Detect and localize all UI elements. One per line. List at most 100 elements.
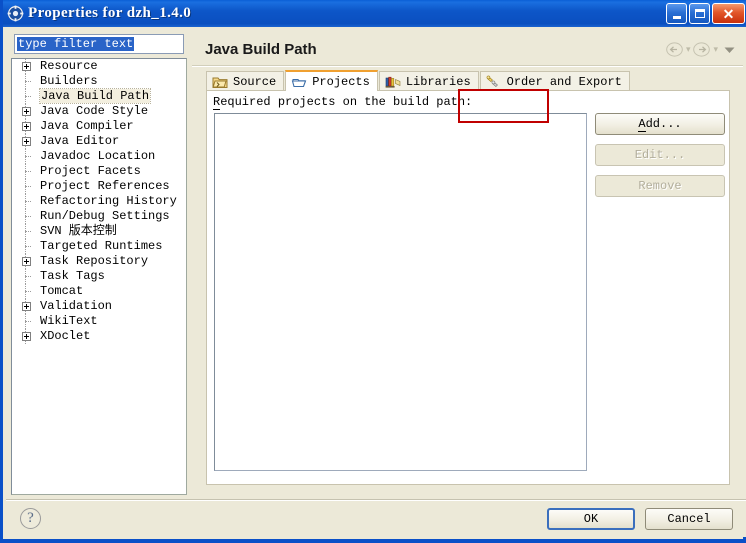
- filter-input-value: type filter text: [17, 37, 135, 51]
- expand-plus-icon[interactable]: [22, 122, 31, 131]
- sidebar-item-label: Builders: [40, 74, 98, 88]
- tab-source[interactable]: Source: [206, 71, 285, 91]
- required-projects-label: Required projects on the build path:: [213, 95, 473, 110]
- sidebar-item-tomcat[interactable]: Tomcat: [12, 284, 186, 299]
- window-controls: ✕: [666, 3, 745, 24]
- properties-gear-icon: [7, 5, 24, 22]
- preference-tree[interactable]: Resource Builders Java Build Path Java Code…: [11, 58, 187, 495]
- edit-button: Edit...: [595, 144, 725, 166]
- tree-leaf-connector: [25, 231, 31, 233]
- sidebar-item-task-repository[interactable]: Task Repository: [12, 254, 186, 269]
- expand-plus-icon[interactable]: [22, 62, 31, 71]
- forward-arrow-icon[interactable]: [693, 42, 711, 57]
- libraries-books-icon: [385, 75, 401, 89]
- sidebar-item-validation[interactable]: Validation: [12, 299, 186, 314]
- sidebar-item-label: Tomcat: [40, 284, 84, 298]
- sidebar-item-builders[interactable]: Builders: [12, 74, 186, 89]
- sidebar-item-wikitext[interactable]: WikiText: [12, 314, 186, 329]
- sidebar-item-targeted-runtimes[interactable]: Targeted Runtimes: [12, 239, 186, 254]
- tree-leaf-connector: [25, 216, 31, 218]
- tree-leaf-connector: [25, 171, 31, 173]
- title-bar: Properties for dzh_1.4.0 ✕: [3, 0, 746, 27]
- back-arrow-icon[interactable]: [666, 42, 683, 57]
- sidebar-item-label: Java Editor: [40, 134, 120, 148]
- sidebar-item-java-editor[interactable]: Java Editor: [12, 134, 186, 149]
- remove-button: Remove: [595, 175, 725, 197]
- tab-label: Source: [233, 74, 277, 89]
- sidebar-item-label: Run/Debug Settings: [40, 209, 170, 223]
- sidebar-item-java-build-path[interactable]: Java Build Path: [12, 88, 186, 104]
- sidebar-item-label: Task Tags: [40, 269, 105, 283]
- tree-leaf-connector: [25, 276, 31, 278]
- expand-plus-icon[interactable]: [22, 332, 31, 341]
- dialog-body: type filter text Resource Builders Java Bu…: [6, 27, 746, 500]
- source-folder-icon: [212, 75, 228, 89]
- chevron-down-icon[interactable]: [721, 42, 738, 57]
- sidebar-item-resource[interactable]: Resource: [12, 59, 186, 74]
- sidebar-item-xdoclet[interactable]: XDoclet: [12, 329, 186, 344]
- tree-leaf-connector: [25, 291, 31, 293]
- sidebar-item-label: Resource: [40, 59, 98, 73]
- tab-label: Order and Export: [506, 74, 622, 89]
- sidebar-item-label: Project Facets: [40, 164, 141, 178]
- sidebar-item-java-code-style[interactable]: Java Code Style: [12, 104, 186, 119]
- minimize-icon[interactable]: [666, 3, 687, 24]
- page-title: Java Build Path: [205, 41, 317, 58]
- tab-order-and-export[interactable]: Order and Export: [479, 71, 630, 91]
- cancel-button[interactable]: Cancel: [645, 508, 733, 530]
- ok-button[interactable]: OK: [547, 508, 635, 530]
- tree-leaf-connector: [25, 81, 31, 83]
- sidebar-item-svn[interactable]: SVN 版本控制: [12, 224, 186, 239]
- maximize-icon[interactable]: [689, 3, 710, 24]
- tab-label: Libraries: [405, 74, 471, 89]
- nav-separator-1: ▾: [685, 44, 691, 54]
- sidebar-item-run-debug-settings[interactable]: Run/Debug Settings: [12, 209, 186, 224]
- tab-libraries[interactable]: Libraries: [378, 71, 479, 91]
- order-export-icon: [486, 75, 502, 89]
- sidebar-item-java-compiler[interactable]: Java Compiler: [12, 119, 186, 134]
- tree-leaf-connector: [25, 96, 31, 98]
- properties-dialog: Properties for dzh_1.4.0 ✕ type filter t…: [0, 0, 746, 543]
- sidebar-item-javadoc-location[interactable]: Javadoc Location: [12, 149, 186, 164]
- label-mnemonic: R: [213, 95, 221, 110]
- tree-leaf-connector: [25, 321, 31, 323]
- projects-action-buttons: Add... Edit... Remove: [595, 113, 725, 206]
- sidebar-item-label: Java Build Path: [38, 88, 152, 104]
- sidebar-item-label: Validation: [40, 299, 113, 313]
- sidebar-item-label: Java Code Style: [40, 104, 149, 118]
- help-icon[interactable]: ?: [20, 508, 41, 529]
- window-title: Properties for dzh_1.4.0: [28, 5, 192, 21]
- tree-leaf-connector: [25, 186, 31, 188]
- tab-projects[interactable]: Projects: [285, 70, 378, 91]
- sidebar-item-label: Javadoc Location: [40, 149, 156, 163]
- button-mnemonic: A: [638, 117, 646, 132]
- projects-tab-panel: Required projects on the build path: Add…: [206, 90, 730, 485]
- page-content: Java Build Path ▾ ▾ Source Projects Libr…: [192, 29, 743, 495]
- expand-plus-icon[interactable]: [22, 302, 31, 311]
- filter-input[interactable]: type filter text: [14, 34, 184, 54]
- close-icon[interactable]: ✕: [712, 3, 745, 24]
- sidebar-item-label: Java Compiler: [40, 119, 134, 133]
- tree-leaf-connector: [25, 156, 31, 158]
- build-path-tabs: Source Projects Libraries Order and Export: [206, 70, 730, 91]
- expand-plus-icon[interactable]: [22, 257, 31, 266]
- sidebar-item-refactoring-history[interactable]: Refactoring History: [12, 194, 186, 209]
- tree-leaf-connector: [25, 246, 31, 248]
- sidebar-item-project-facets[interactable]: Project Facets: [12, 164, 186, 179]
- header-divider: [192, 65, 743, 67]
- tab-label: Projects: [312, 74, 370, 89]
- sidebar-item-task-tags[interactable]: Task Tags: [12, 269, 186, 284]
- sidebar-item-label: SVN 版本控制: [40, 224, 117, 238]
- expand-plus-icon[interactable]: [22, 137, 31, 146]
- sidebar-item-project-references[interactable]: Project References: [12, 179, 186, 194]
- expand-plus-icon[interactable]: [22, 107, 31, 116]
- dialog-footer: ? OK Cancel: [6, 499, 746, 537]
- page-navigation: ▾ ▾: [666, 42, 738, 57]
- add-button[interactable]: Add...: [595, 113, 725, 135]
- sidebar-item-label: XDoclet: [40, 329, 91, 343]
- nav-separator-2: ▾: [713, 44, 718, 54]
- projects-icon: [291, 75, 307, 89]
- required-projects-list[interactable]: [214, 113, 587, 471]
- sidebar-item-label: Task Repository: [40, 254, 149, 268]
- tree-leaf-connector: [25, 201, 31, 203]
